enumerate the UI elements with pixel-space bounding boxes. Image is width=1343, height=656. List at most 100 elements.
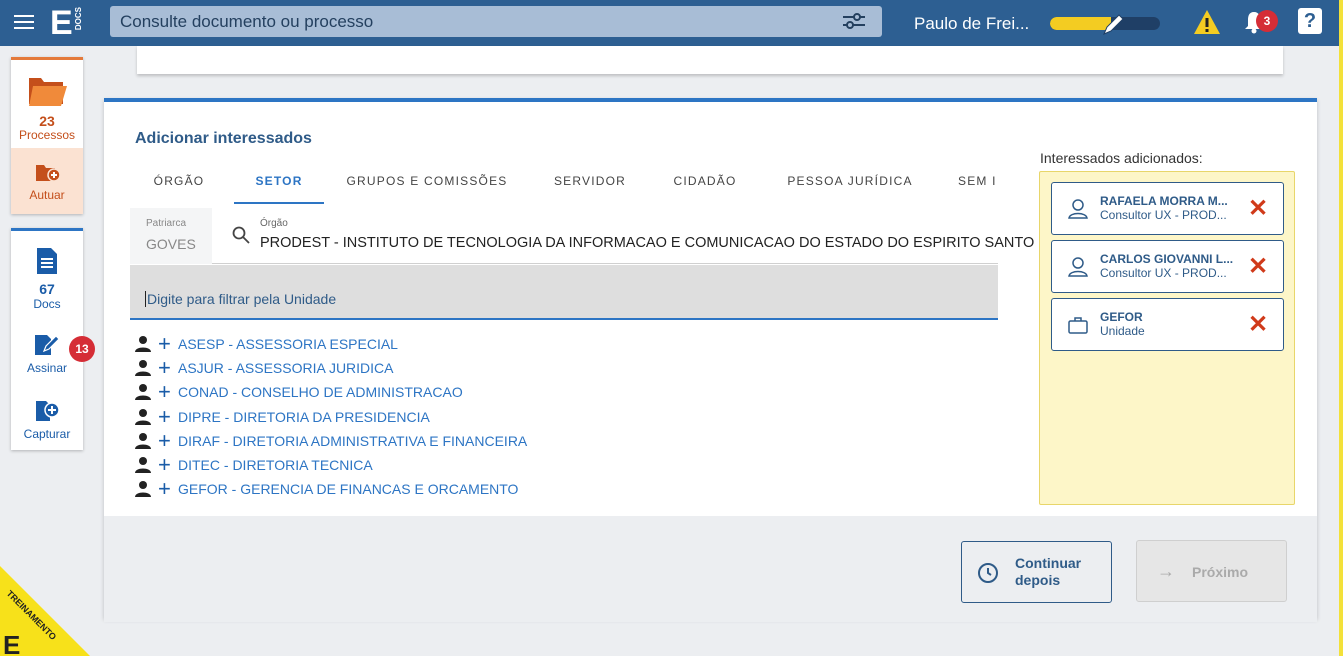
continue-later-line1: Continuar [1015,555,1082,571]
patriarca-label: Patriarca [146,218,187,229]
added-name: GEFOR [1100,310,1143,324]
person-outline-icon [1068,257,1088,277]
unit-name: ASESP - ASSESSORIA ESPECIAL [178,336,398,353]
search-placeholder: Consulte documento ou processo [120,12,374,31]
orgao-field[interactable]: Órgão PRODEST - INSTITUTO DE TECNOLOGIA … [212,208,1034,264]
added-chip: GEFOR Unidade ✕ [1051,298,1284,351]
assinar-label: Assinar [26,361,67,375]
add-icon[interactable]: + [158,454,176,476]
remove-icon[interactable]: ✕ [1248,311,1268,339]
add-icon[interactable]: + [158,405,176,427]
added-sub: Consultor UX - PROD... [1100,266,1227,280]
added-name: RAFAELA MORRA M... [1100,194,1228,208]
top-bar: E DOCS Consulte documento ou processo Pa… [0,0,1343,46]
added-chip: CARLOS GIOVANNI L... Consultor UX - PROD… [1051,240,1284,293]
sidebar-item-processos[interactable]: 23 Processos [11,60,83,148]
user-name[interactable]: Paulo de Frei... [914,14,1029,34]
unit-list-item[interactable]: + ASESP - ASSESSORIA ESPECIAL [134,332,994,356]
added-name: CARLOS GIOVANNI L... [1100,252,1234,266]
tab-servidor[interactable]: SERVIDOR [540,164,640,204]
added-label: Interessados adicionados: [1040,150,1203,166]
added-interested-list: RAFAELA MORRA M... Consultor UX - PROD..… [1039,171,1295,505]
add-icon[interactable]: + [158,429,176,451]
tab-grupos-comissoes[interactable]: GRUPOS E COMISSÕES [342,164,512,204]
unit-list-item[interactable]: + DIRAF - DIRETORIA ADMINISTRATIVA E FINA… [134,429,994,453]
search-icon [232,226,250,244]
unit-filter-input[interactable]: Digite para filtrar pela Unidade [130,265,998,320]
sidebar-processos-card: 23 Processos Autuar [11,57,83,214]
added-sub: Consultor UX - PROD... [1100,208,1227,222]
training-ribbon: TREINAMENTO E [0,566,90,656]
tab-orgao[interactable]: ÓRGÃO [130,164,228,204]
unit-list-item[interactable]: + DITEC - DIRETORIA TECNICA [134,453,994,477]
sidebar-item-autuar[interactable]: Autuar [11,148,83,214]
sign-document-icon [35,335,60,355]
card-footer: Continuar depois → Próximo [104,516,1317,622]
unit-name: ASJUR - ASSESSORIA JURIDICA [178,360,394,377]
unit-list-item[interactable]: + GEFOR - GERENCIA DE FINANCAS E ORCAMENT… [134,477,994,501]
tab-setor[interactable]: SETOR [234,164,324,204]
continue-later-line2: depois [1015,572,1061,588]
logo-sub: DOCS [74,7,83,31]
add-icon[interactable]: + [158,381,176,403]
processos-label: Processos [18,128,76,142]
autuar-label: Autuar [29,188,65,202]
continue-later-button[interactable]: Continuar depois [961,541,1112,603]
person-icon [135,360,151,377]
ribbon-logo-letter: E [3,630,20,656]
add-icon[interactable]: + [158,357,176,379]
sidebar-item-docs[interactable]: 67 Docs [11,247,83,315]
global-search-input[interactable]: Consulte documento ou processo [110,6,882,37]
remove-icon[interactable]: ✕ [1248,195,1268,223]
tab-sem-interessado[interactable]: SEM I [958,164,1000,204]
unit-name: GEFOR - GERENCIA DE FINANCAS E ORCAMENTO [178,481,519,498]
help-icon[interactable]: ? [1298,8,1322,34]
capture-document-icon [36,401,60,421]
next-label: Próximo [1192,564,1249,580]
clock-icon [978,563,998,583]
processos-count: 23 [39,113,55,129]
docs-label: Docs [33,297,61,311]
filter-settings-icon[interactable] [842,12,866,30]
page-title: Adicionar interessados [135,130,312,147]
patriarca-value: GOVES [146,236,196,252]
next-button[interactable]: → Próximo [1136,540,1287,602]
capturar-label: Capturar [23,427,71,441]
warning-icon[interactable] [1193,9,1221,35]
tab-cidadao[interactable]: CIDADÃO [660,164,750,204]
person-icon [135,432,151,449]
edocs-logo[interactable]: E DOCS [50,5,86,41]
organization-filter-row: Patriarca GOVES Órgão PRODEST - INSTITUT… [130,208,1034,264]
person-icon [135,481,151,498]
pen-icon [1103,14,1124,35]
notifications-badge: 3 [1256,10,1278,32]
unit-name: DIPRE - DIRETORIA DA PRESIDENCIA [178,408,430,425]
training-strip [1339,0,1343,656]
unit-name: DITEC - DIRETORIA TECNICA [178,457,373,474]
logo-letter: E [50,4,73,42]
document-icon [37,248,57,274]
add-icon[interactable]: + [158,333,176,355]
tab-pessoa-juridica[interactable]: PESSOA JURÍDICA [770,164,930,204]
unit-list-item[interactable]: + ASJUR - ASSESSORIA JURIDICA [134,356,994,380]
menu-icon[interactable] [14,11,34,33]
tab-bar: ÓRGÃO SETOR GRUPOS E COMISSÕES SERVIDOR … [130,164,1000,204]
continue-later-label: Continuar depois [1015,555,1081,589]
unit-name: DIRAF - DIRETORIA ADMINISTRATIVA E FINAN… [178,432,528,449]
orgao-value: PRODEST - INSTITUTO DE TECNOLOGIA DA INF… [260,235,1035,251]
add-icon[interactable]: + [158,478,176,500]
unit-list: + ASESP - ASSESSORIA ESPECIAL + ASJUR - ASS… [134,332,994,514]
orgao-label: Órgão [260,218,288,229]
unit-list-item[interactable]: + CONAD - CONSELHO DE ADMINISTRACAO [134,380,994,404]
person-icon [135,336,151,353]
collapsed-card [137,46,1283,74]
unit-name: CONAD - CONSELHO DE ADMINISTRACAO [178,384,463,401]
remove-icon[interactable]: ✕ [1248,253,1268,281]
added-sub: Unidade [1100,324,1145,338]
person-icon [135,384,151,401]
folder-icon [29,78,67,106]
person-icon [135,457,151,474]
unit-list-item[interactable]: + DIPRE - DIRETORIA DA PRESIDENCIA [134,405,994,429]
sidebar-item-capturar[interactable]: Capturar [11,399,83,443]
add-interested-card: Adicionar interessados ÓRGÃO SETOR GRUPO… [104,98,1317,622]
